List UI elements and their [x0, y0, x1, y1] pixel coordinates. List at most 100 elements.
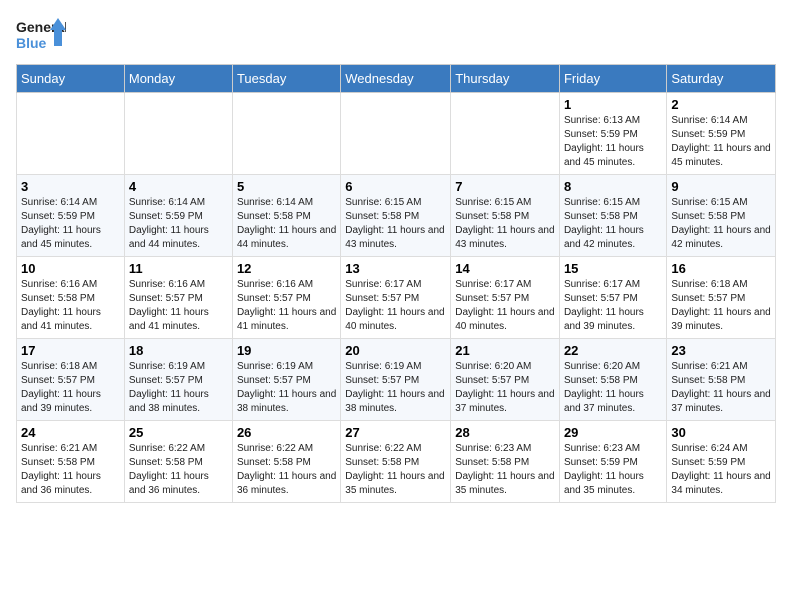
day-info: Sunrise: 6:17 AM Sunset: 5:57 PM Dayligh…: [455, 278, 555, 334]
day-info: Sunrise: 6:14 AM Sunset: 5:59 PM Dayligh…: [21, 196, 120, 252]
day-info: Sunrise: 6:16 AM Sunset: 5:57 PM Dayligh…: [237, 278, 336, 334]
calendar-cell: 9 Sunrise: 6:15 AM Sunset: 5:58 PM Daylig…: [667, 175, 776, 257]
calendar-cell: 22 Sunrise: 6:20 AM Sunset: 5:58 PM Dayli…: [559, 339, 666, 421]
day-number: 3: [21, 179, 120, 194]
day-number: 20: [345, 343, 446, 358]
day-number: 19: [237, 343, 336, 358]
calendar-cell: [232, 93, 340, 175]
day-info: Sunrise: 6:15 AM Sunset: 5:58 PM Dayligh…: [455, 196, 555, 252]
day-number: 22: [564, 343, 662, 358]
calendar-cell: 17 Sunrise: 6:18 AM Sunset: 5:57 PM Dayli…: [17, 339, 125, 421]
calendar-cell: 26 Sunrise: 6:22 AM Sunset: 5:58 PM Dayli…: [232, 421, 340, 503]
day-info: Sunrise: 6:20 AM Sunset: 5:58 PM Dayligh…: [564, 360, 662, 416]
calendar-cell: 27 Sunrise: 6:22 AM Sunset: 5:58 PM Dayli…: [341, 421, 451, 503]
day-number: 9: [671, 179, 771, 194]
calendar-cell: 8 Sunrise: 6:15 AM Sunset: 5:58 PM Daylig…: [559, 175, 666, 257]
day-info: Sunrise: 6:14 AM Sunset: 5:59 PM Dayligh…: [129, 196, 228, 252]
weekday-header-thursday: Thursday: [451, 65, 560, 93]
day-info: Sunrise: 6:21 AM Sunset: 5:58 PM Dayligh…: [671, 360, 771, 416]
day-info: Sunrise: 6:15 AM Sunset: 5:58 PM Dayligh…: [345, 196, 446, 252]
weekday-header-sunday: Sunday: [17, 65, 125, 93]
day-number: 5: [237, 179, 336, 194]
day-number: 15: [564, 261, 662, 276]
calendar-cell: [451, 93, 560, 175]
day-info: Sunrise: 6:14 AM Sunset: 5:58 PM Dayligh…: [237, 196, 336, 252]
calendar-cell: 4 Sunrise: 6:14 AM Sunset: 5:59 PM Daylig…: [124, 175, 232, 257]
calendar-cell: 11Sunrise: 6:16 AM Sunset: 5:57 PM Dayli…: [124, 257, 232, 339]
logo-svg: General Blue: [16, 16, 66, 56]
calendar-cell: 12 Sunrise: 6:16 AM Sunset: 5:57 PM Dayli…: [232, 257, 340, 339]
day-number: 2: [671, 97, 771, 112]
day-info: Sunrise: 6:15 AM Sunset: 5:58 PM Dayligh…: [671, 196, 771, 252]
day-info: Sunrise: 6:17 AM Sunset: 5:57 PM Dayligh…: [345, 278, 446, 334]
weekday-header-friday: Friday: [559, 65, 666, 93]
day-number: 21: [455, 343, 555, 358]
calendar-cell: [124, 93, 232, 175]
day-info: Sunrise: 6:22 AM Sunset: 5:58 PM Dayligh…: [237, 442, 336, 498]
day-number: 16: [671, 261, 771, 276]
day-info: Sunrise: 6:23 AM Sunset: 5:59 PM Dayligh…: [564, 442, 662, 498]
calendar-cell: [341, 93, 451, 175]
calendar-cell: 21 Sunrise: 6:20 AM Sunset: 5:57 PM Dayli…: [451, 339, 560, 421]
svg-text:Blue: Blue: [16, 35, 47, 51]
day-info: Sunrise: 6:22 AM Sunset: 5:58 PM Dayligh…: [345, 442, 446, 498]
weekday-header-monday: Monday: [124, 65, 232, 93]
day-info: Sunrise: 6:23 AM Sunset: 5:58 PM Dayligh…: [455, 442, 555, 498]
day-info: Sunrise: 6:24 AM Sunset: 5:59 PM Dayligh…: [671, 442, 771, 498]
calendar-week-3: 17 Sunrise: 6:18 AM Sunset: 5:57 PM Dayli…: [17, 339, 776, 421]
day-number: 27: [345, 425, 446, 440]
calendar-week-1: 3 Sunrise: 6:14 AM Sunset: 5:59 PM Daylig…: [17, 175, 776, 257]
day-number: 1: [564, 97, 662, 112]
day-info: Sunrise: 6:16 AM Sunset: 5:58 PM Dayligh…: [21, 278, 120, 334]
calendar-cell: 28 Sunrise: 6:23 AM Sunset: 5:58 PM Dayli…: [451, 421, 560, 503]
calendar-cell: 15Sunrise: 6:17 AM Sunset: 5:57 PM Dayli…: [559, 257, 666, 339]
weekday-header-saturday: Saturday: [667, 65, 776, 93]
day-info: Sunrise: 6:14 AM Sunset: 5:59 PM Dayligh…: [671, 114, 771, 170]
day-number: 28: [455, 425, 555, 440]
calendar-cell: 30 Sunrise: 6:24 AM Sunset: 5:59 PM Dayli…: [667, 421, 776, 503]
day-info: Sunrise: 6:18 AM Sunset: 5:57 PM Dayligh…: [671, 278, 771, 334]
header: General Blue: [16, 16, 776, 56]
day-number: 24: [21, 425, 120, 440]
calendar-week-0: 1 Sunrise: 6:13 AM Sunset: 5:59 PM Daylig…: [17, 93, 776, 175]
calendar-cell: 23 Sunrise: 6:21 AM Sunset: 5:58 PM Dayli…: [667, 339, 776, 421]
calendar-cell: 7 Sunrise: 6:15 AM Sunset: 5:58 PM Daylig…: [451, 175, 560, 257]
day-info: Sunrise: 6:20 AM Sunset: 5:57 PM Dayligh…: [455, 360, 555, 416]
calendar-cell: 20 Sunrise: 6:19 AM Sunset: 5:57 PM Dayli…: [341, 339, 451, 421]
calendar-cell: 5 Sunrise: 6:14 AM Sunset: 5:58 PM Daylig…: [232, 175, 340, 257]
day-number: 8: [564, 179, 662, 194]
day-number: 12: [237, 261, 336, 276]
day-number: 26: [237, 425, 336, 440]
weekday-header-tuesday: Tuesday: [232, 65, 340, 93]
calendar-cell: 3 Sunrise: 6:14 AM Sunset: 5:59 PM Daylig…: [17, 175, 125, 257]
day-info: Sunrise: 6:19 AM Sunset: 5:57 PM Dayligh…: [237, 360, 336, 416]
day-number: 4: [129, 179, 228, 194]
day-info: Sunrise: 6:15 AM Sunset: 5:58 PM Dayligh…: [564, 196, 662, 252]
day-number: 10: [21, 261, 120, 276]
calendar-cell: 10 Sunrise: 6:16 AM Sunset: 5:58 PM Dayli…: [17, 257, 125, 339]
day-number: 18: [129, 343, 228, 358]
day-info: Sunrise: 6:19 AM Sunset: 5:57 PM Dayligh…: [129, 360, 228, 416]
logo: General Blue: [16, 16, 66, 56]
calendar-cell: 2 Sunrise: 6:14 AM Sunset: 5:59 PM Daylig…: [667, 93, 776, 175]
day-number: 29: [564, 425, 662, 440]
day-number: 6: [345, 179, 446, 194]
calendar-cell: 6 Sunrise: 6:15 AM Sunset: 5:58 PM Daylig…: [341, 175, 451, 257]
calendar-cell: 25Sunrise: 6:22 AM Sunset: 5:58 PM Dayli…: [124, 421, 232, 503]
calendar-week-2: 10 Sunrise: 6:16 AM Sunset: 5:58 PM Dayli…: [17, 257, 776, 339]
day-number: 7: [455, 179, 555, 194]
day-info: Sunrise: 6:18 AM Sunset: 5:57 PM Dayligh…: [21, 360, 120, 416]
weekday-header-wednesday: Wednesday: [341, 65, 451, 93]
calendar-cell: 18 Sunrise: 6:19 AM Sunset: 5:57 PM Dayli…: [124, 339, 232, 421]
day-number: 11: [129, 261, 228, 276]
day-number: 13: [345, 261, 446, 276]
calendar-cell: 19 Sunrise: 6:19 AM Sunset: 5:57 PM Dayli…: [232, 339, 340, 421]
day-info: Sunrise: 6:19 AM Sunset: 5:57 PM Dayligh…: [345, 360, 446, 416]
day-number: 30: [671, 425, 771, 440]
calendar-table: SundayMondayTuesdayWednesdayThursdayFrid…: [16, 64, 776, 503]
day-number: 23: [671, 343, 771, 358]
day-info: Sunrise: 6:13 AM Sunset: 5:59 PM Dayligh…: [564, 114, 662, 170]
calendar-cell: 24Sunrise: 6:21 AM Sunset: 5:58 PM Dayli…: [17, 421, 125, 503]
calendar-cell: 29 Sunrise: 6:23 AM Sunset: 5:59 PM Dayli…: [559, 421, 666, 503]
day-number: 17: [21, 343, 120, 358]
